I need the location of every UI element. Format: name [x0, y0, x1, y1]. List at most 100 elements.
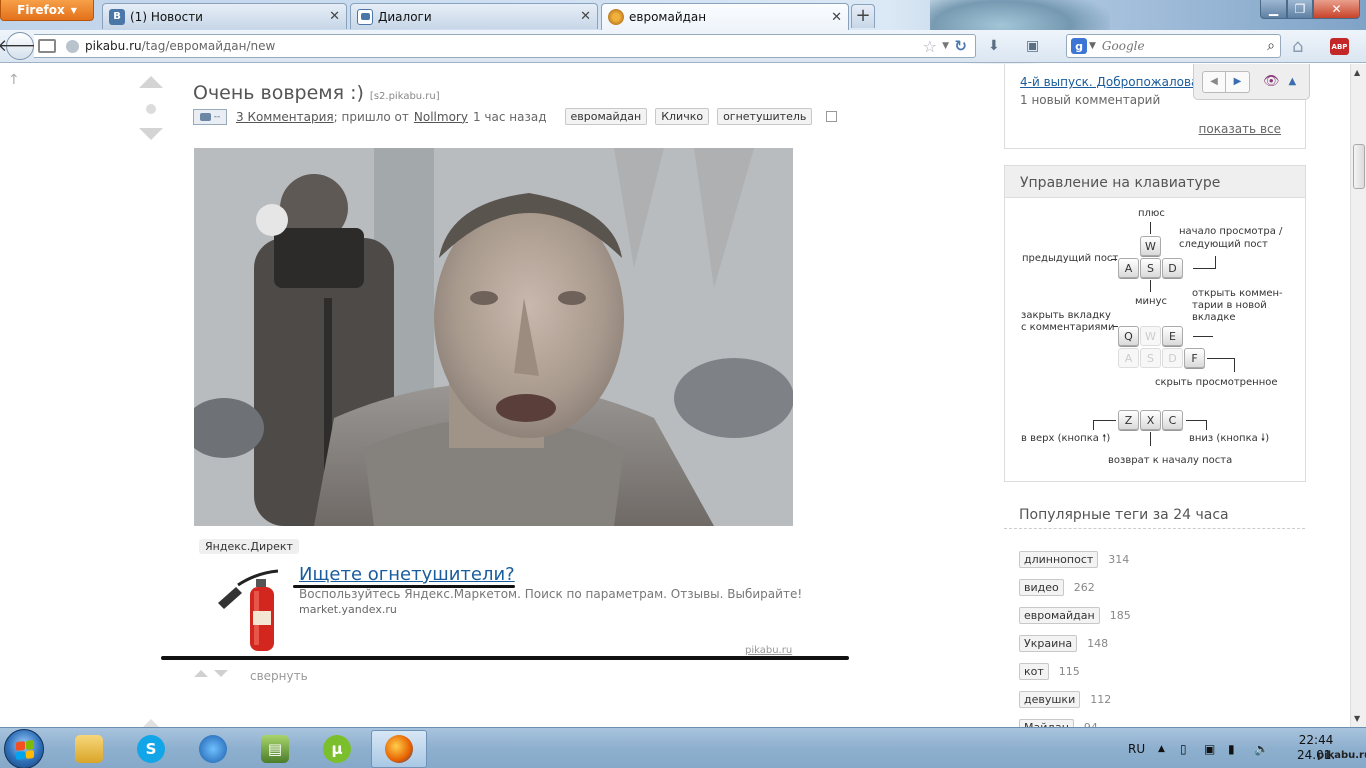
tab-euromaidan[interactable]: евромайдан ✕ [601, 3, 849, 30]
plus-label: плюс [1138, 208, 1165, 219]
back-button[interactable]: 🡐 [0, 32, 43, 60]
taskbar-skype[interactable]: S [123, 730, 179, 768]
popular-tag[interactable]: видео [1019, 579, 1064, 596]
key-d: D [1162, 258, 1183, 278]
adblock-icon[interactable]: ABP [1330, 38, 1349, 55]
taskbar-firefox[interactable] [371, 730, 427, 768]
prev-post-label: предыдущий пост [1022, 253, 1119, 264]
tab-groups-icon[interactable] [38, 39, 56, 53]
vote-up-icon[interactable] [194, 670, 208, 677]
post-title-text[interactable]: Очень вовремя :) [193, 82, 364, 104]
scroll-top-arrow-icon[interactable]: ↑ [8, 72, 20, 88]
collapse-up-icon[interactable]: ▲ [1289, 76, 1297, 87]
annotation-line [161, 656, 849, 660]
popular-tag[interactable]: девушки [1019, 691, 1081, 708]
post-title: Очень вовремя :) [s2.pikabu.ru] [193, 82, 440, 104]
vote-down-icon[interactable] [214, 670, 228, 677]
search-box[interactable]: g ▼ ⌕ [1066, 34, 1281, 58]
comments-link[interactable]: 3 Комментария [236, 110, 334, 124]
close-tab-icon[interactable]: ✕ [580, 9, 591, 24]
taskbar-monitor[interactable]: ▤ [247, 730, 303, 768]
hide-viewed-label: скрыть просмотренное [1155, 377, 1278, 388]
vote-up-icon[interactable] [139, 76, 163, 88]
view-start-label-2: следующий пост [1179, 239, 1268, 250]
minimize-button[interactable]: ▁ [1260, 0, 1287, 19]
popular-tag[interactable]: евромайдан [1019, 607, 1100, 624]
tab-title: Диалоги [378, 9, 432, 24]
google-engine-icon[interactable]: g [1071, 38, 1087, 54]
language-indicator[interactable]: RU [1128, 728, 1145, 768]
tag-count: 112 [1090, 693, 1112, 706]
network-icon[interactable]: ▣ [1204, 728, 1215, 768]
popular-tag[interactable]: кот [1019, 663, 1049, 680]
usb-icon[interactable]: ▯ [1180, 728, 1187, 768]
news-link[interactable]: 4-й выпуск. Добропожаловать [1020, 75, 1212, 89]
url-text[interactable]: pikabu.ru/tag/евромайдан/new [85, 39, 275, 53]
home-icon[interactable]: ⌂ [1292, 36, 1303, 57]
dropdown-arrow-icon: ▼ [70, 5, 77, 15]
scroll-up-arrow-icon[interactable]: ▲ [1354, 68, 1360, 77]
bookmark-star-icon[interactable]: ☆ [923, 37, 937, 56]
history-dropdown-icon[interactable]: ▼ [942, 41, 949, 51]
scrollbar-thumb[interactable] [1353, 144, 1365, 189]
maximize-button[interactable]: ❐ [1287, 0, 1313, 19]
divider [1004, 528, 1305, 529]
post-tag[interactable]: Кличко [655, 108, 710, 125]
author-link[interactable]: Nollmory [414, 110, 468, 124]
popular-tag[interactable]: Украина [1019, 635, 1078, 652]
popular-tag[interactable]: длиннопост [1019, 551, 1099, 568]
tab-vk-dialogs[interactable]: Диалоги ✕ [350, 3, 598, 29]
popular-tag-row: Майдан 94 [1019, 719, 1098, 727]
ad-label[interactable]: Яндекс.Директ [199, 539, 299, 554]
show-all-link[interactable]: показать все [1199, 122, 1281, 136]
view-start-label-1: начало просмотра / [1179, 226, 1283, 237]
fire-extinguisher-image[interactable] [216, 567, 286, 653]
signal-icon[interactable]: ▮ [1228, 728, 1235, 768]
taskbar-utorrent[interactable]: µ [309, 730, 365, 768]
search-input[interactable] [1101, 39, 1252, 53]
vertical-scrollbar[interactable]: ▲ ▼ [1350, 64, 1366, 727]
post-image[interactable] [194, 148, 793, 526]
eye-icon[interactable]: 👁 [1263, 74, 1280, 89]
scroll-down-arrow-icon[interactable]: ▼ [1354, 714, 1360, 723]
search-icon[interactable]: ⌕ [1267, 38, 1275, 54]
down-label-text: вниз (кнопка [1189, 433, 1258, 444]
close-tab-icon[interactable]: ✕ [831, 10, 842, 25]
key-q: Q [1118, 326, 1139, 346]
start-button[interactable] [4, 729, 44, 768]
close-window-button[interactable]: ✕ [1313, 0, 1360, 19]
ad-domain[interactable]: market.yandex.ru [299, 603, 397, 616]
taskbar-explorer[interactable] [61, 730, 117, 768]
post-meta: -- 3 Комментария ; пришло от Nollmory 1 … [193, 108, 838, 125]
next-post-vote-up-icon[interactable] [143, 719, 159, 727]
next-arrow-icon[interactable]: ▶ [1226, 70, 1250, 93]
firefox-menu-button[interactable]: Firefox ▼ [0, 0, 94, 21]
save-icon[interactable] [826, 111, 838, 122]
ad-title-link[interactable]: Ищете огнетушители? [299, 564, 515, 585]
volume-icon[interactable]: 🔈 [1254, 728, 1269, 768]
close-tab-icon[interactable]: ✕ [329, 9, 340, 24]
post-tag[interactable]: евромайдан [564, 108, 648, 125]
camera-icon [199, 112, 211, 121]
taskbar-globe[interactable] [185, 730, 241, 768]
key-w: W [1140, 236, 1161, 256]
vote-down-icon[interactable] [139, 128, 163, 140]
engine-dropdown-icon[interactable]: ▼ [1089, 41, 1096, 51]
new-tab-button[interactable]: + [851, 4, 875, 28]
prev-arrow-icon[interactable]: ◀ [1202, 70, 1226, 93]
site-identity-icon[interactable] [66, 39, 79, 53]
addon-icon[interactable]: ▣ [1026, 38, 1039, 54]
connector-line [1093, 420, 1116, 421]
popular-tag[interactable]: Майдан [1019, 719, 1074, 727]
keyboard-help-box: Управление на клавиатуре плюс W A S D пр… [1004, 165, 1306, 482]
address-bar[interactable]: pikabu.ru/tag/евромайдан/new ☆ ▼ ↻ [34, 34, 976, 58]
reload-icon[interactable]: ↻ [954, 37, 967, 55]
connector-line [1093, 420, 1094, 430]
post-source[interactable]: [s2.pikabu.ru] [370, 91, 440, 102]
tab-vk-news[interactable]: В (1) Новости ✕ [102, 3, 347, 29]
tray-expand-icon[interactable]: ▲ [1158, 728, 1165, 768]
post-tag[interactable]: огнетушитель [717, 108, 813, 125]
post-image-graphic [194, 148, 793, 526]
collapse-link[interactable]: свернуть [250, 669, 308, 683]
downloads-icon[interactable]: ⬇ [988, 38, 1000, 54]
